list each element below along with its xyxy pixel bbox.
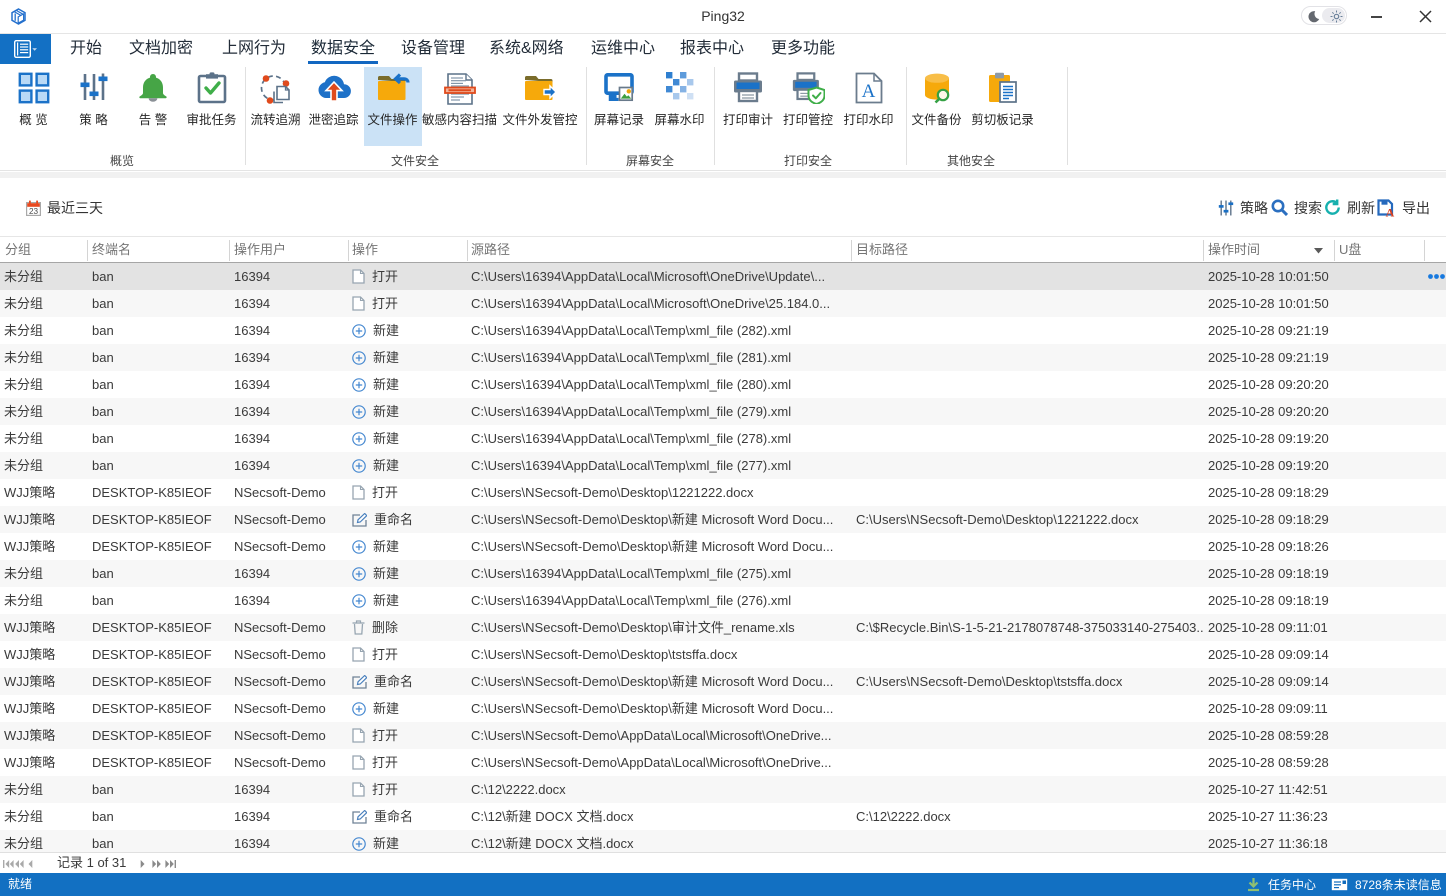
svg-text:A: A — [861, 81, 875, 102]
svg-text:A: A — [1386, 205, 1395, 217]
svg-text:23: 23 — [29, 206, 39, 215]
